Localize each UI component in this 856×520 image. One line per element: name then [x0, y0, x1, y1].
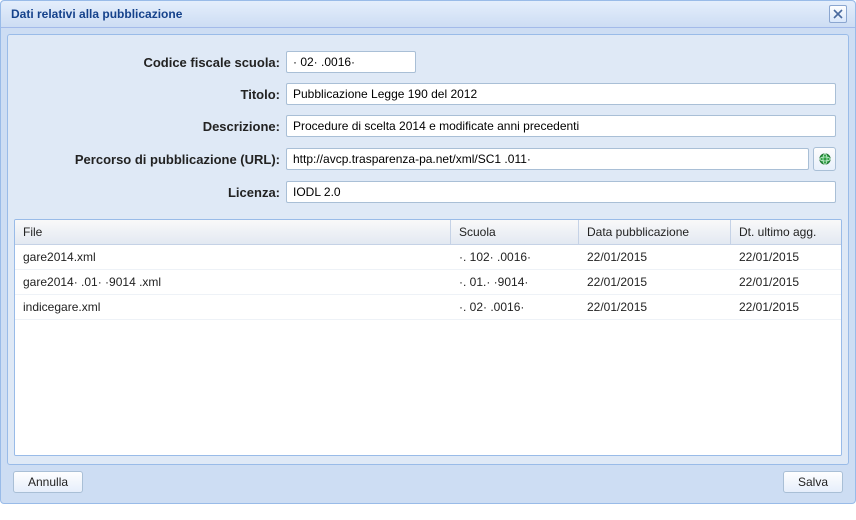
- label-url: Percorso di pubblicazione (URL):: [20, 152, 286, 167]
- globe-icon: [818, 152, 832, 166]
- label-licenza: Licenza:: [20, 185, 286, 200]
- inner-panel: Codice fiscale scuola: Titolo: Descrizio…: [7, 34, 849, 465]
- cell-file: gare2014· .01· ·9014 .xml: [15, 270, 451, 294]
- col-header-file[interactable]: File: [15, 220, 451, 244]
- input-url[interactable]: [286, 148, 809, 170]
- cell-scuola: ·. 02· .0016·: [451, 295, 579, 319]
- col-header-data-pubblicazione[interactable]: Data pubblicazione: [579, 220, 731, 244]
- cell-scuola: ·. 01.· ·9014·: [451, 270, 579, 294]
- titlebar: Dati relativi alla pubblicazione: [1, 1, 855, 28]
- input-licenza[interactable]: [286, 181, 836, 203]
- cell-agg: 22/01/2015: [731, 245, 841, 269]
- footer: Annulla Salva: [7, 465, 849, 497]
- table-row[interactable]: gare2014.xml ·. 102· .0016· 22/01/2015 2…: [15, 245, 841, 270]
- cell-data: 22/01/2015: [579, 295, 731, 319]
- label-codice-fiscale: Codice fiscale scuola:: [20, 55, 286, 70]
- label-descrizione: Descrizione:: [20, 119, 286, 134]
- cell-file: gare2014.xml: [15, 245, 451, 269]
- window-title: Dati relativi alla pubblicazione: [11, 7, 182, 21]
- close-icon: [833, 9, 843, 19]
- col-header-dt-ultimo-agg[interactable]: Dt. ultimo agg.: [731, 220, 841, 244]
- window-body: Codice fiscale scuola: Titolo: Descrizio…: [1, 28, 855, 503]
- table-row[interactable]: gare2014· .01· ·9014 .xml ·. 01.· ·9014·…: [15, 270, 841, 295]
- open-url-button[interactable]: [813, 147, 836, 171]
- cell-file: indicegare.xml: [15, 295, 451, 319]
- files-grid: File Scuola Data pubblicazione Dt. ultim…: [14, 219, 842, 456]
- form: Codice fiscale scuola: Titolo: Descrizio…: [14, 43, 842, 219]
- input-codice-fiscale[interactable]: [286, 51, 416, 73]
- input-descrizione[interactable]: [286, 115, 836, 137]
- cell-agg: 22/01/2015: [731, 295, 841, 319]
- cell-agg: 22/01/2015: [731, 270, 841, 294]
- row-licenza: Licenza:: [20, 181, 836, 203]
- cell-data: 22/01/2015: [579, 270, 731, 294]
- row-titolo: Titolo:: [20, 83, 836, 105]
- cell-scuola: ·. 102· .0016·: [451, 245, 579, 269]
- dialog-window: Dati relativi alla pubblicazione Codice …: [0, 0, 856, 504]
- save-button[interactable]: Salva: [783, 471, 843, 493]
- cell-data: 22/01/2015: [579, 245, 731, 269]
- row-codice-fiscale: Codice fiscale scuola:: [20, 51, 836, 73]
- input-titolo[interactable]: [286, 83, 836, 105]
- close-button[interactable]: [829, 5, 847, 23]
- cancel-button[interactable]: Annulla: [13, 471, 83, 493]
- row-url: Percorso di pubblicazione (URL):: [20, 147, 836, 171]
- row-descrizione: Descrizione:: [20, 115, 836, 137]
- grid-body[interactable]: gare2014.xml ·. 102· .0016· 22/01/2015 2…: [15, 245, 841, 455]
- table-row[interactable]: indicegare.xml ·. 02· .0016· 22/01/2015 …: [15, 295, 841, 320]
- col-header-scuola[interactable]: Scuola: [451, 220, 579, 244]
- label-titolo: Titolo:: [20, 87, 286, 102]
- grid-header: File Scuola Data pubblicazione Dt. ultim…: [15, 220, 841, 245]
